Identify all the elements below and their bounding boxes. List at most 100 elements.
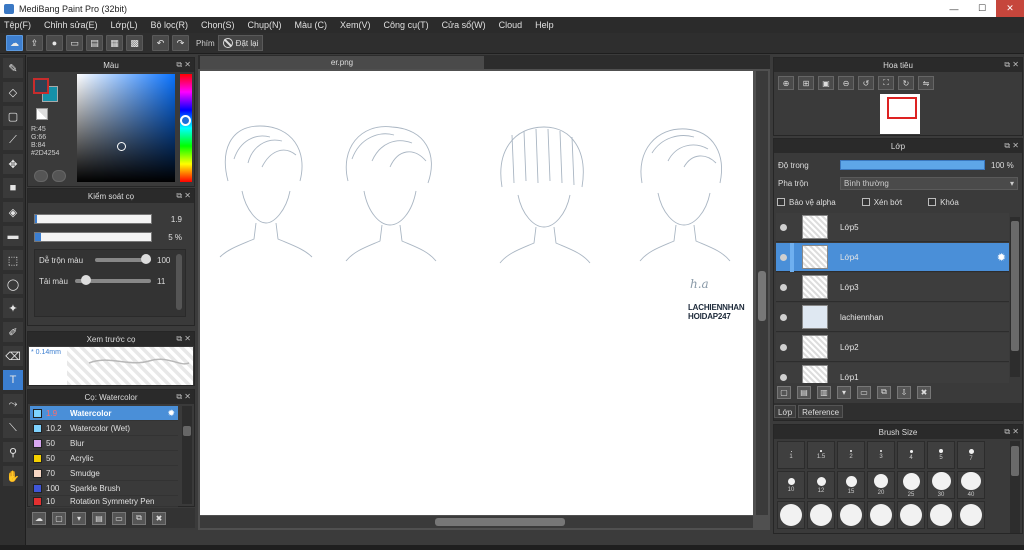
hand-tool-icon[interactable]: ✋: [3, 466, 23, 486]
brush-size-slider[interactable]: [34, 214, 152, 224]
duplicate-icon[interactable]: ⧉: [132, 511, 146, 525]
brush-size-cell[interactable]: 1.5: [807, 441, 835, 469]
layer-list-scroll-thumb[interactable]: [1011, 221, 1019, 351]
fill-rect-tool-icon[interactable]: ■: [3, 178, 23, 198]
lock-checkbox[interactable]: Khóa: [928, 198, 959, 207]
brush-settings-icon[interactable]: ▤: [92, 511, 106, 525]
blend-slider[interactable]: [95, 254, 151, 264]
brush-item[interactable]: 50 Acrylic: [30, 451, 178, 466]
divide-tool-icon[interactable]: ⟍: [3, 418, 23, 438]
rectangle-tool-icon[interactable]: ▢: [3, 106, 23, 126]
checkbox-icon[interactable]: [777, 198, 785, 206]
gradient-tool-icon[interactable]: ▬: [3, 226, 23, 246]
checkbox-icon[interactable]: [928, 198, 937, 206]
flip-icon[interactable]: ⇋: [918, 76, 934, 90]
brush-size-cell[interactable]: 2: [837, 441, 865, 469]
new-layer-icon[interactable]: ▢: [777, 385, 791, 399]
layer-row[interactable]: Lớp4 ✹: [776, 243, 1009, 272]
navigator-thumbnail[interactable]: [880, 94, 920, 134]
bucket-tool-icon[interactable]: ◈: [3, 202, 23, 222]
brush-size-scroll-thumb[interactable]: [1011, 446, 1019, 476]
visibility-icon[interactable]: [780, 253, 787, 261]
select-tool-icon[interactable]: ⬚: [3, 250, 23, 270]
brush-size-cell[interactable]: 1: [777, 441, 805, 469]
line-tool-icon[interactable]: ⟋: [3, 130, 23, 150]
hue-slider[interactable]: [180, 74, 192, 182]
sv-cursor[interactable]: [117, 142, 126, 151]
panel-controls-icon[interactable]: ⧉ ✕: [176, 392, 191, 402]
canvas-hscroll-thumb[interactable]: [435, 518, 565, 526]
document-icon[interactable]: ▤: [86, 35, 103, 51]
eraser-tool-icon[interactable]: ◇: [3, 82, 23, 102]
brush-item[interactable]: 70 Smudge: [30, 466, 178, 481]
comment-icon[interactable]: ●: [46, 35, 63, 51]
paint-knob[interactable]: [81, 275, 91, 285]
add-brush-icon[interactable]: ▾: [72, 511, 86, 525]
layer-row[interactable]: Lớp3: [776, 273, 1009, 302]
canvas-horizontal-scrollbar[interactable]: [200, 516, 753, 528]
drawing-canvas[interactable]: h.a LACHIENNHAN HOIDAP247: [200, 71, 753, 515]
color-wheel-icon[interactable]: [34, 170, 48, 182]
minimize-button[interactable]: —: [940, 0, 968, 17]
menu-color[interactable]: Màu (C): [295, 20, 328, 30]
zoom-fit-icon[interactable]: ⊞: [798, 76, 814, 90]
layer-list-scrollbar[interactable]: [1010, 217, 1020, 377]
brush-size-cell[interactable]: [927, 501, 955, 529]
menu-file[interactable]: Tệp(F): [4, 20, 31, 30]
move-tool-icon[interactable]: ✥: [3, 154, 23, 174]
gear-icon[interactable]: ✹: [997, 251, 1006, 264]
layer-folder-icon[interactable]: ▭: [857, 385, 871, 399]
saturation-value-picker[interactable]: [77, 74, 175, 182]
brush-size-cell[interactable]: [897, 501, 925, 529]
reset-button[interactable]: Đặt lại: [217, 35, 264, 51]
brush-item[interactable]: 10 Rotation Symmetry Pen: [30, 496, 178, 507]
menu-view[interactable]: Xem(V): [340, 20, 371, 30]
brush-size-cell[interactable]: [837, 501, 865, 529]
undo-icon[interactable]: ↶: [152, 35, 169, 51]
protect-alpha-checkbox[interactable]: Bảo vệ alpha: [777, 198, 836, 207]
panel-controls-icon[interactable]: ⧉ ✕: [176, 334, 191, 344]
panel-controls-icon[interactable]: ⧉ ✕: [176, 60, 191, 70]
color-picker-icon[interactable]: [52, 170, 66, 182]
brush-list-scrollbar[interactable]: [182, 406, 192, 504]
trash-icon[interactable]: ✖: [152, 511, 166, 525]
fit-window-icon[interactable]: ⛶: [878, 76, 894, 90]
brush-size-cell[interactable]: [957, 501, 985, 529]
brush-size-cell[interactable]: 20: [867, 471, 895, 499]
rotate-left-icon[interactable]: ↺: [858, 76, 874, 90]
panel-controls-icon[interactable]: ⧉ ✕: [1004, 141, 1019, 151]
brush-size-cell[interactable]: 5: [927, 441, 955, 469]
brush-size-cell[interactable]: 25: [897, 471, 925, 499]
eyedropper-tool-icon[interactable]: ⚲: [3, 442, 23, 462]
brush-size-cell[interactable]: 15: [837, 471, 865, 499]
panel-controls-icon[interactable]: ⧉ ✕: [176, 191, 191, 201]
brush-size-cell[interactable]: 10: [777, 471, 805, 499]
layer-row[interactable]: Lớp1: [776, 363, 1009, 383]
brush-size-cell[interactable]: [867, 501, 895, 529]
close-button[interactable]: ✕: [996, 0, 1024, 17]
select-eraser-tool-icon[interactable]: ⌫: [3, 346, 23, 366]
brush-size-scrollbar[interactable]: [1010, 441, 1020, 533]
brush-opacity-slider[interactable]: [34, 232, 152, 242]
operation-tool-icon[interactable]: ⤳: [3, 394, 23, 414]
text-tool-icon[interactable]: T: [3, 370, 23, 390]
new-brush-icon[interactable]: ▢: [52, 511, 66, 525]
panel-controls-icon[interactable]: ⧉ ✕: [1004, 427, 1019, 437]
brush-tool-icon[interactable]: ✎: [3, 58, 23, 78]
tab-reference[interactable]: Reference: [798, 405, 844, 418]
duplicate-layer-icon[interactable]: ⧉: [877, 385, 891, 399]
menu-help[interactable]: Help: [535, 20, 554, 30]
magic-wand-tool-icon[interactable]: ✦: [3, 298, 23, 318]
visibility-icon[interactable]: [780, 223, 787, 231]
panel-controls-icon[interactable]: ⧉ ✕: [1004, 60, 1019, 70]
rotate-right-icon[interactable]: ↻: [898, 76, 914, 90]
brush-size-cell[interactable]: [777, 501, 805, 529]
visibility-icon[interactable]: [780, 343, 787, 351]
visibility-icon[interactable]: [780, 373, 787, 381]
blend-knob[interactable]: [141, 254, 151, 264]
menu-layer[interactable]: Lớp(L): [111, 20, 138, 30]
document-tab[interactable]: er.png: [200, 56, 484, 69]
layer-blend-select[interactable]: Bình thường: [840, 176, 1018, 190]
checkbox-icon[interactable]: [861, 198, 870, 206]
foreground-color-swatch[interactable]: [33, 78, 49, 94]
